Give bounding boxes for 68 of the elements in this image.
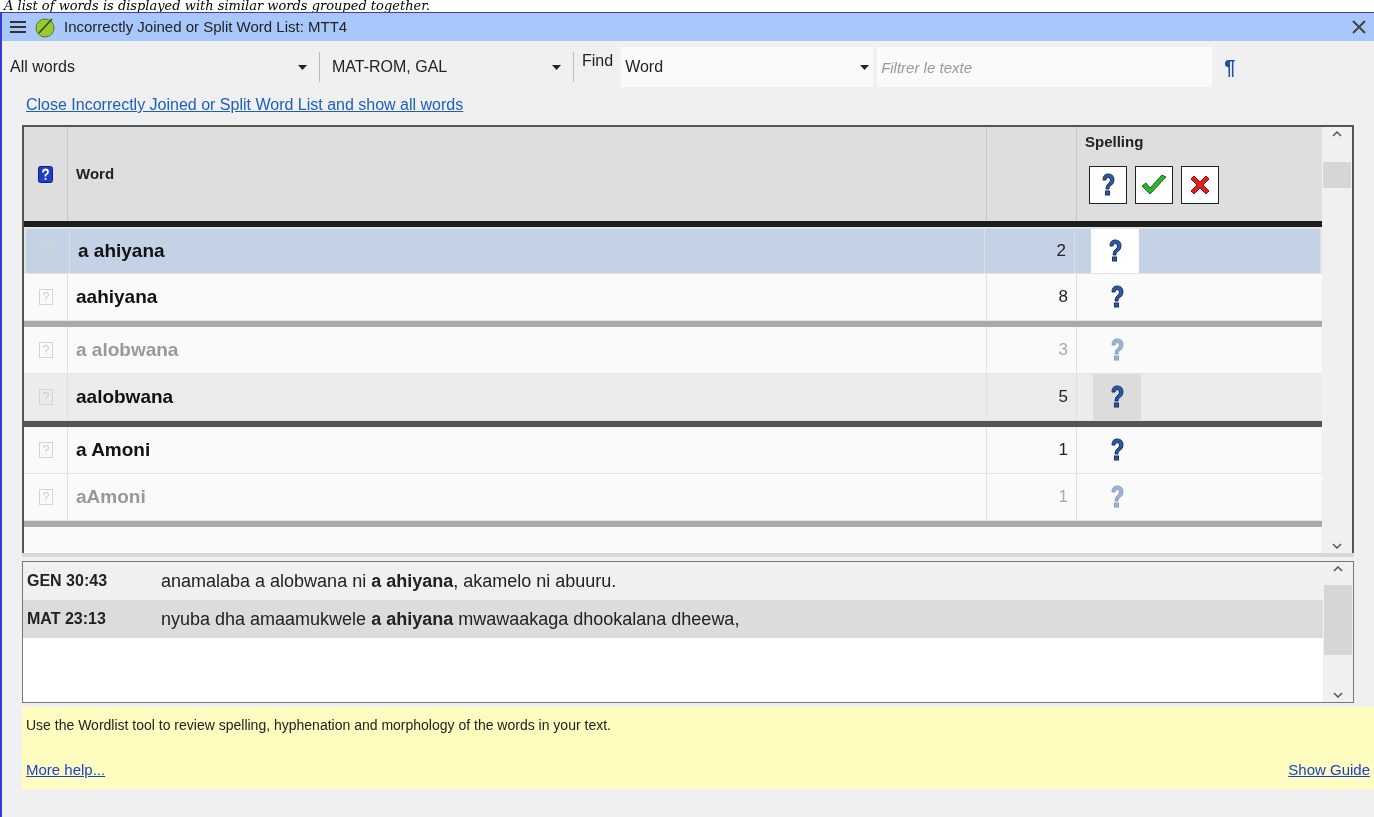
paragraph-mark-button[interactable]: ¶ <box>1224 52 1236 82</box>
help-text: Use the Wordlist tool to review spelling, hyphenation and morphology of the words in your text. <box>26 716 612 735</box>
question-mark-icon <box>1109 484 1125 510</box>
checkmark-icon <box>1140 173 1168 196</box>
scroll-up-icon[interactable] <box>1332 131 1342 137</box>
status-icon <box>38 389 53 405</box>
correct-spelling-button[interactable] <box>1135 165 1173 204</box>
filter-text-field[interactable]: Filtrer le texte <box>877 47 1213 87</box>
count-cell-text: 8 <box>1058 286 1068 309</box>
count-cell-text: 1 <box>1058 439 1068 462</box>
scrollbar[interactable] <box>1323 562 1353 702</box>
question-mark-icon <box>1109 284 1125 310</box>
show-guide-link[interactable]: Show Guide <box>1288 758 1370 781</box>
more-help-link[interactable]: More help... <box>26 758 106 781</box>
column-header[interactable]: Spelling <box>1085 131 1314 154</box>
unknown-spelling-button[interactable] <box>1089 165 1127 204</box>
status-icon <box>38 489 53 505</box>
scrollbar[interactable] <box>1322 127 1352 553</box>
column-header[interactable]: Word <box>76 162 115 186</box>
books-dropdown[interactable]: MAT-ROM, GAL <box>324 55 569 79</box>
spelling-status-cell[interactable] <box>1093 374 1141 420</box>
word-cell-text: a Amoni <box>76 437 151 462</box>
word-row[interactable]: a Amoni 1 <box>24 427 1322 474</box>
help-icon[interactable] <box>38 165 53 183</box>
caption: A list of words is displayed with similar words grouped together. <box>2 0 432 12</box>
status-icon <box>38 442 53 458</box>
caret-icon <box>298 64 307 70</box>
scroll-down-icon[interactable] <box>1333 692 1343 698</box>
word-cell-text: aalobwana <box>76 384 174 409</box>
word-cell-text: a alobwana <box>76 337 179 362</box>
word-cell-text: aAmoni <box>76 484 146 509</box>
status-icon <box>38 342 53 358</box>
scroll-thumb[interactable] <box>1323 162 1351 188</box>
count-cell-text: 3 <box>1058 339 1068 362</box>
find-field-dropdown[interactable]: Word <box>621 47 874 87</box>
close-list-link[interactable]: Close Incorrectly Joined or Split Word List and show all words <box>26 93 464 117</box>
word-filter-dropdown[interactable]: All words <box>10 55 315 79</box>
reference-row[interactable]: GEN 30:43 anamalaba a alobwana ni a ahiyana, akamelo ni abuuru. <box>23 562 1323 600</box>
word-cell-text: aahiyana <box>76 284 158 309</box>
question-mark-icon <box>1109 337 1125 363</box>
incorrect-spelling-button[interactable] <box>1181 165 1219 204</box>
status-icon <box>38 289 53 305</box>
caret-icon <box>860 64 870 70</box>
count-cell-text: 2 <box>1056 240 1066 263</box>
word-cell-text: a ahiyana <box>78 238 165 263</box>
reference-label: GEN 30:43 <box>27 571 109 591</box>
window-title: Incorrectly Joined or Split Word List: MTT4 <box>64 16 349 37</box>
scroll-down-icon[interactable] <box>1332 543 1342 549</box>
scroll-up-icon[interactable] <box>1333 566 1343 572</box>
question-mark-icon <box>1109 384 1125 410</box>
close-icon[interactable] <box>1352 20 1366 34</box>
leaf-logo-icon <box>34 16 56 38</box>
word-row[interactable]: aalobwana 5 <box>24 374 1322 421</box>
question-mark-icon <box>1107 238 1123 264</box>
verse-text: anamalaba a alobwana ni a ahiyana, akamelo ni abuuru. <box>161 569 617 593</box>
caret-icon <box>552 64 561 70</box>
question-mark-icon <box>1109 437 1125 463</box>
verse-text: nyuba dha amaamukwele a ahiyana mwawaakaga dhookalana dheewa, <box>161 607 740 631</box>
reference-label: MAT 23:13 <box>27 609 107 629</box>
reference-row[interactable]: MAT 23:13 nyuba dha amaamukwele a ahiyana mwawaakaga dhookalana dheewa, <box>23 600 1323 638</box>
count-cell-text: 5 <box>1058 386 1068 409</box>
question-mark-icon <box>1100 171 1116 198</box>
scroll-thumb[interactable] <box>1324 585 1352 655</box>
find-label: Find <box>581 51 615 71</box>
menu-icon[interactable] <box>10 21 26 33</box>
spelling-status-cell[interactable] <box>1091 229 1139 273</box>
count-cell-text: 1 <box>1058 486 1068 509</box>
word-row[interactable]: a ahiyana 2 <box>24 227 1322 274</box>
